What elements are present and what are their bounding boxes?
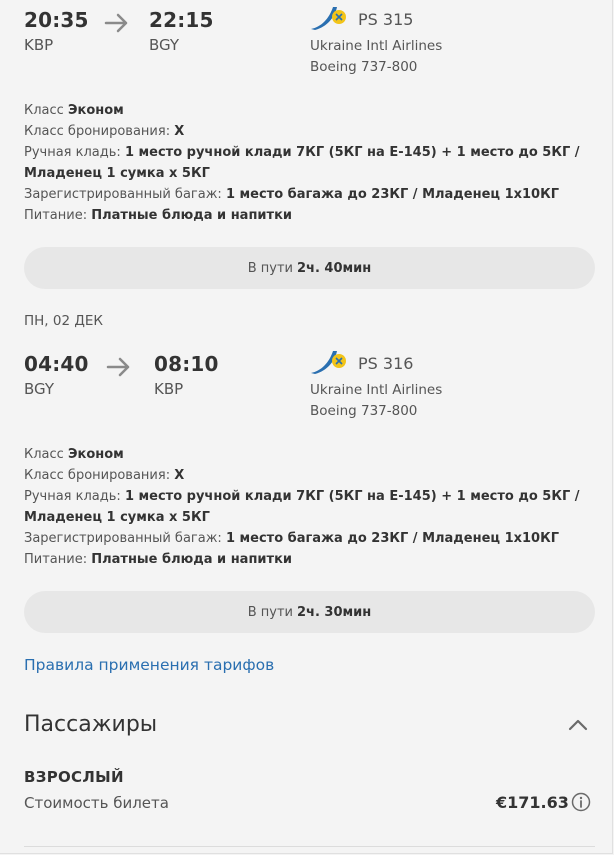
- hand-luggage-row: Ручная кладь: 1 место ручной клади 7КГ (…: [24, 142, 580, 163]
- fare-details: Класс Эконом Класс бронирования: X Ручна…: [24, 100, 580, 226]
- duration-label: В пути: [247, 604, 293, 620]
- hand-luggage-value: 1 место ручной клади 7КГ (5КГ на E-145) …: [124, 145, 580, 160]
- chevron-up-icon[interactable]: [567, 718, 589, 732]
- info-icon[interactable]: [571, 792, 591, 812]
- meal-row: Питание: Платные блюда и напитки: [24, 549, 580, 570]
- booking-class-row: Класс бронирования: X: [24, 465, 580, 486]
- aircraft-model: Boeing 737-800: [310, 59, 418, 75]
- hand-luggage-row: Ручная кладь: 1 место ручной клади 7КГ (…: [24, 486, 580, 507]
- ticket-price-label: Стоимость билета: [24, 794, 169, 812]
- duration-value: 2ч. 40мин: [297, 260, 372, 276]
- airline-logo-icon: [311, 351, 346, 374]
- fare-rules-link[interactable]: Правила применения тарифов: [24, 656, 274, 674]
- departure-time: 20:35: [24, 8, 89, 32]
- airline-name: Ukraine Intl Airlines: [310, 38, 443, 54]
- checked-baggage-row: Зарегистрированный багаж: 1 место багажа…: [24, 184, 580, 205]
- aircraft-model: Boeing 737-800: [310, 403, 418, 419]
- checked-baggage-row: Зарегистрированный багаж: 1 место багажа…: [24, 528, 580, 549]
- booking-class-label: Класс бронирования:: [24, 468, 171, 483]
- flight-segment-2: ПН, 02 ДЕК 04:40 BGY 08:10 KBP PS 316 Uk…: [24, 300, 595, 640]
- meal-row: Питание: Платные блюда и напитки: [24, 205, 580, 226]
- flight-date: ПН, 02 ДЕК: [24, 313, 104, 329]
- arrival-airport-code: BGY: [149, 36, 180, 54]
- meal-label: Питание:: [24, 552, 88, 567]
- hand-luggage-label: Ручная кладь:: [24, 489, 121, 504]
- airline-name: Ukraine Intl Airlines: [310, 382, 443, 398]
- checked-baggage-label: Зарегистрированный багаж:: [24, 531, 222, 546]
- flight-number: PS 316: [358, 354, 414, 373]
- flight-details-card: 20:35 KBP 22:15 BGY PS 315 Ukraine Intl …: [0, 0, 613, 854]
- checked-baggage-label: Зарегистрированный багаж:: [24, 187, 222, 202]
- flight-duration-bar: В пути 2ч. 30мин: [24, 591, 595, 633]
- cabin-class-value: Эконом: [67, 103, 124, 118]
- flight-duration-bar: В пути 2ч. 40мин: [24, 247, 595, 289]
- cabin-class-value: Эконом: [67, 447, 124, 462]
- duration-value: 2ч. 30мин: [297, 604, 372, 620]
- flight-number: PS 315: [358, 10, 414, 29]
- checked-baggage-value: 1 место багажа до 23КГ / Младенец 1x10КГ: [225, 187, 560, 202]
- flight-segment-1: 20:35 KBP 22:15 BGY PS 315 Ukraine Intl …: [24, 0, 595, 290]
- fare-details: Класс Эконом Класс бронирования: X Ручна…: [24, 444, 580, 570]
- booking-class-row: Класс бронирования: X: [24, 121, 580, 142]
- duration-label: В пути: [247, 260, 293, 276]
- ticket-price: €171.63: [496, 793, 569, 812]
- hand-luggage-label: Ручная кладь:: [24, 145, 121, 160]
- departure-airport-code: BGY: [24, 380, 55, 398]
- meal-value: Платные блюда и напитки: [91, 552, 293, 567]
- arrival-time: 08:10: [154, 352, 219, 376]
- arrow-right-icon: [106, 357, 130, 377]
- hand-luggage-infant-value: Младенец 1 сумка x 5КГ: [24, 166, 210, 181]
- passenger-type: ВЗРОСЛЫЙ: [24, 768, 124, 786]
- departure-time: 04:40: [24, 352, 89, 376]
- airline-logo-icon: [311, 7, 346, 30]
- divider: [24, 846, 595, 847]
- checked-baggage-value: 1 место багажа до 23КГ / Младенец 1x10КГ: [225, 531, 560, 546]
- booking-class-label: Класс бронирования:: [24, 124, 171, 139]
- meal-label: Питание:: [24, 208, 88, 223]
- hand-luggage-row-cont: Младенец 1 сумка x 5КГ: [24, 507, 580, 528]
- hand-luggage-value: 1 место ручной клади 7КГ (5КГ на E-145) …: [124, 489, 580, 504]
- hand-luggage-infant-value: Младенец 1 сумка x 5КГ: [24, 510, 210, 525]
- hand-luggage-row-cont: Младенец 1 сумка x 5КГ: [24, 163, 580, 184]
- cabin-class-row: Класс Эконом: [24, 100, 580, 121]
- cabin-class-label: Класс: [24, 103, 64, 118]
- cabin-class-row: Класс Эконом: [24, 444, 580, 465]
- booking-class-value: X: [174, 124, 185, 139]
- departure-airport-code: KBP: [24, 36, 54, 54]
- meal-value: Платные блюда и напитки: [91, 208, 293, 223]
- passengers-title: Пассажиры: [24, 712, 158, 737]
- cabin-class-label: Класс: [24, 447, 64, 462]
- arrow-right-icon: [104, 13, 128, 33]
- booking-class-value: X: [174, 468, 185, 483]
- arrival-time: 22:15: [149, 8, 214, 32]
- arrival-airport-code: KBP: [154, 380, 184, 398]
